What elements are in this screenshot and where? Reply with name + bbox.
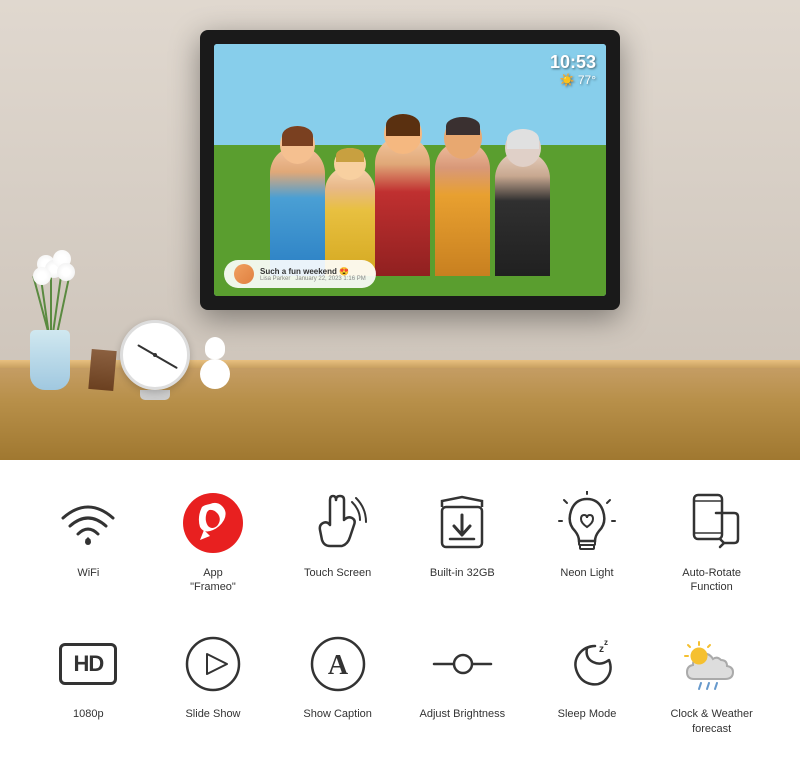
caption-author: Lisa Parker January 22, 2023 1:16 PM (260, 276, 366, 282)
feature-auto-rotate: Auto-RotateFunction (653, 480, 770, 621)
clock-time: 10:53 (550, 52, 596, 73)
feature-neon-light: Neon Light (529, 480, 646, 621)
caption-overlay: Such a fun weekend 😍 Lisa Parker January… (224, 260, 376, 288)
features-row-2: HD 1080p Slide Show A Show Caption (30, 621, 770, 754)
neon-icon-box (552, 488, 622, 558)
time-display: 10:53 ☀️ 77° (550, 52, 596, 87)
svg-text:z: z (604, 638, 608, 647)
touch-screen-icon (308, 492, 368, 554)
storage-label: Built-in 32GB (430, 566, 495, 580)
touch-icon-box (303, 488, 373, 558)
clock-weather-icon (679, 634, 744, 694)
feature-storage: Built-in 32GB (404, 480, 521, 621)
feature-app-frameo: App"Frameo" (155, 480, 272, 621)
shelf-book (88, 349, 116, 391)
vase-decoration (30, 250, 70, 390)
rotate-icon-box (677, 488, 747, 558)
vase (30, 330, 70, 390)
feature-show-caption: A Show Caption (279, 621, 396, 744)
caption-label: Show Caption (303, 707, 372, 721)
features-row-1: WiFi App"Frameo" (30, 480, 770, 621)
figurine-decoration (195, 342, 235, 392)
clock-base (140, 390, 170, 400)
wifi-label: WiFi (77, 566, 99, 580)
feature-touch-screen: Touch Screen (279, 480, 396, 621)
touch-screen-label: Touch Screen (304, 566, 371, 580)
caption-main-text: Such a fun weekend 😍 (260, 267, 366, 276)
clock-center (153, 353, 157, 357)
minute-hand (155, 354, 178, 368)
show-caption-icon: A (308, 634, 368, 694)
frameo-icon-box (178, 488, 248, 558)
sleep-icon-box: z z (552, 629, 622, 699)
weather-icon: ☀️ (560, 73, 575, 87)
slideshow-label: Slide Show (185, 707, 240, 721)
storage-icon (432, 493, 492, 553)
hd-icon-box: HD (53, 629, 123, 699)
clock-weather-label: Clock & Weatherforecast (670, 707, 752, 736)
frameo-label: App"Frameo" (190, 566, 236, 595)
frame-outer: 10:53 ☀️ 77° Such a fun weekend 😍 Lisa P… (200, 30, 620, 310)
wifi-icon (58, 496, 118, 551)
feature-wifi: WiFi (30, 480, 147, 621)
digital-frame: 10:53 ☀️ 77° Such a fun weekend 😍 Lisa P… (200, 30, 620, 310)
frame-screen: 10:53 ☀️ 77° Such a fun weekend 😍 Lisa P… (214, 44, 606, 296)
frameo-icon (182, 492, 244, 554)
figurine-head (205, 337, 225, 359)
feature-clock-weather: Clock & Weatherforecast (653, 621, 770, 744)
neon-light-label: Neon Light (560, 566, 613, 580)
feature-sleep-mode: z z Sleep Mode (529, 621, 646, 744)
features-section: WiFi App"Frameo" (0, 460, 800, 764)
slideshow-icon-box (178, 629, 248, 699)
weather-icon-box (677, 629, 747, 699)
feature-slideshow: Slide Show (155, 621, 272, 744)
flower (57, 263, 75, 281)
flower (33, 267, 51, 285)
clock-face (120, 320, 190, 390)
storage-icon-box (427, 488, 497, 558)
stem (50, 270, 52, 335)
caption-text: Such a fun weekend 😍 Lisa Parker January… (260, 267, 366, 282)
neon-light-icon (557, 491, 617, 556)
svg-text:A: A (328, 650, 349, 681)
auto-rotate-label: Auto-RotateFunction (682, 566, 741, 595)
family-photo (214, 44, 606, 296)
figurine-body (200, 359, 230, 389)
brightness-icon (430, 649, 495, 679)
sleep-mode-label: Sleep Mode (558, 707, 617, 721)
caption-avatar (234, 264, 254, 284)
hd-badge: HD (59, 643, 117, 685)
people-group (260, 116, 560, 276)
brightness-label: Adjust Brightness (420, 707, 506, 721)
temperature: ☀️ 77° (550, 73, 596, 87)
sleep-mode-icon: z z (557, 634, 617, 694)
wifi-icon-box (53, 488, 123, 558)
feature-hd: HD 1080p (30, 621, 147, 744)
caption-icon-box: A (303, 629, 373, 699)
clock-decoration (120, 320, 190, 400)
hd-label: 1080p (73, 707, 104, 721)
brightness-icon-box (427, 629, 497, 699)
auto-rotate-icon (682, 491, 742, 556)
slideshow-icon (183, 634, 243, 694)
flower-stems (35, 255, 65, 335)
hero-section: 10:53 ☀️ 77° Such a fun weekend 😍 Lisa P… (0, 0, 800, 460)
feature-brightness: Adjust Brightness (404, 621, 521, 744)
